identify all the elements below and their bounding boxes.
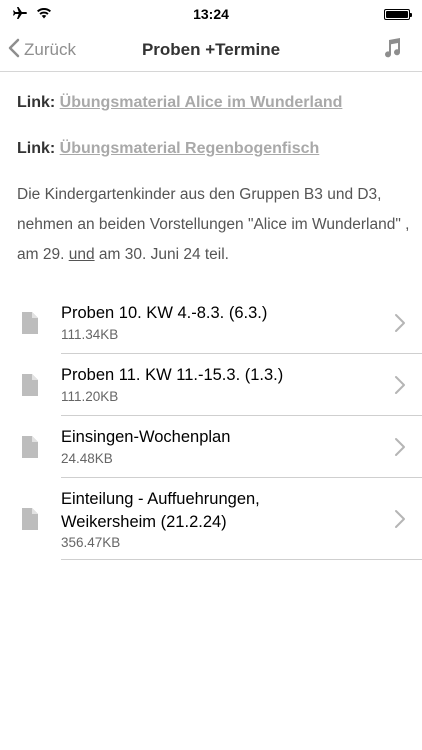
status-time: 13:24 xyxy=(193,6,229,22)
file-item-einsingen[interactable]: Einsingen-Wochenplan 24.48KB xyxy=(0,416,422,478)
link-regenbogenfisch[interactable]: Übungsmaterial Regenbogenfisch xyxy=(60,140,320,157)
document-icon xyxy=(22,312,38,334)
file-size: 24.48KB xyxy=(61,451,113,466)
document-icon xyxy=(22,508,38,530)
file-item-einteilung[interactable]: Einteilung - Auffuehrungen, Weikersheim … xyxy=(0,478,422,560)
file-item-proben-11[interactable]: Proben 11. KW 11.-15.3. (1.3.) 111.20KB xyxy=(0,354,422,416)
back-label: Zurück xyxy=(24,40,76,59)
file-title: Proben 10. KW 4.-8.3. (6.3.) xyxy=(61,304,268,322)
file-title-line2: Weikersheim (21.2.24) xyxy=(61,513,227,531)
chevron-right-icon xyxy=(394,313,406,333)
music-note-icon xyxy=(382,37,402,64)
link-label: Link: xyxy=(17,140,56,157)
chevron-right-icon xyxy=(394,375,406,395)
description-underlined: und xyxy=(68,246,95,263)
status-left-icons xyxy=(12,6,52,23)
file-title-line1: Einteilung - Auffuehrungen, xyxy=(61,490,260,508)
file-size: 111.20KB xyxy=(61,389,119,404)
wifi-icon xyxy=(36,6,52,22)
description-part2: am 30. Juni 24 teil. xyxy=(94,246,229,263)
chevron-left-icon xyxy=(8,38,20,63)
back-button[interactable]: Zurück xyxy=(8,28,76,72)
file-size: 111.34KB xyxy=(61,327,119,342)
airplane-icon xyxy=(12,6,28,23)
file-title: Einsingen-Wochenplan xyxy=(61,428,231,446)
link-row-regenbogenfisch: Link: Übungsmaterial Regenbogenfisch xyxy=(17,140,319,158)
music-button[interactable] xyxy=(378,36,406,64)
link-alice[interactable]: Übungsmaterial Alice im Wunderland xyxy=(60,94,343,111)
file-item-proben-10[interactable]: Proben 10. KW 4.-8.3. (6.3.) 111.34KB xyxy=(0,292,422,354)
link-row-alice: Link: Übungsmaterial Alice im Wunderland xyxy=(17,94,342,112)
battery-icon xyxy=(384,8,412,20)
nav-bar: Zurück Proben +Termine xyxy=(0,28,422,72)
chevron-right-icon xyxy=(394,437,406,457)
status-bar: 13:24 xyxy=(0,0,422,28)
file-size: 356.47KB xyxy=(61,535,121,550)
document-icon xyxy=(22,374,38,396)
file-title: Proben 11. KW 11.-15.3. (1.3.) xyxy=(61,366,284,384)
divider xyxy=(61,559,422,560)
chevron-right-icon xyxy=(394,509,406,529)
description-text: Die Kindergartenkinder aus den Gruppen B… xyxy=(17,180,412,270)
document-icon xyxy=(22,436,38,458)
link-label: Link: xyxy=(17,94,56,111)
